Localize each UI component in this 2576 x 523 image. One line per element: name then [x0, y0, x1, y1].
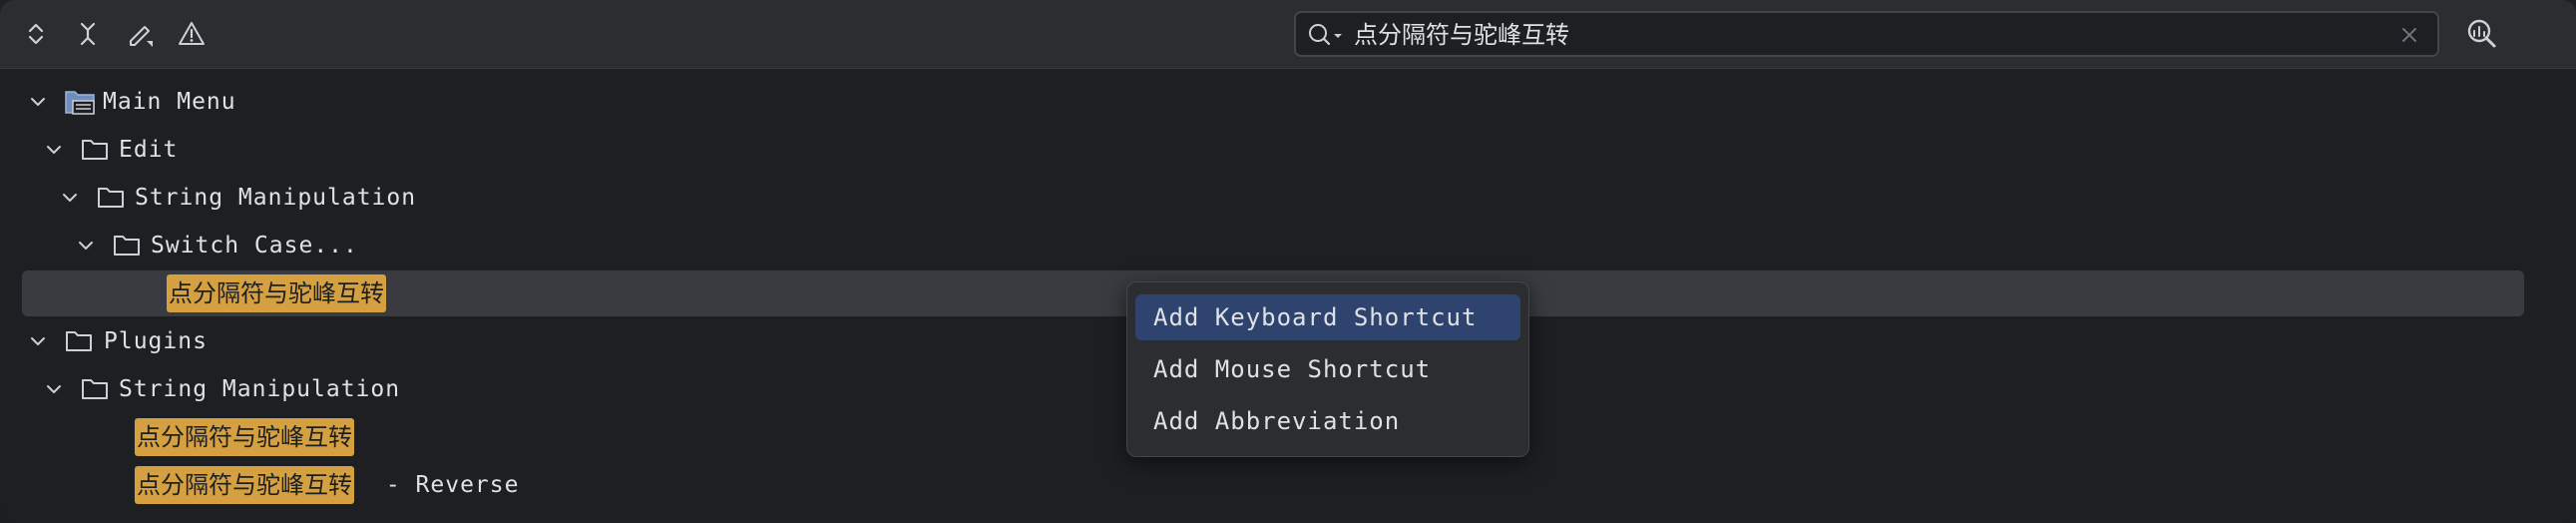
find-by-shortcut-icon[interactable] [2462, 15, 2502, 55]
search-field[interactable]: 点分隔符与驼峰互转 [1294, 11, 2439, 57]
tree-row-switch-case[interactable]: Switch Case... [0, 222, 2576, 269]
tree-label: String Manipulation [135, 185, 417, 211]
tree-label: Plugins [104, 328, 208, 354]
keymap-window: 点分隔符与驼峰互转 Main Menu Edit String Manipula… [0, 0, 2576, 523]
expand-collapse-icon[interactable] [18, 16, 54, 52]
chevron-down-icon[interactable] [59, 187, 81, 209]
action-suffix: - Reverse [371, 472, 520, 498]
search-match-highlight: 点分隔符与驼峰互转 [167, 274, 386, 312]
tree-label: String Manipulation [119, 376, 401, 402]
collapse-all-icon[interactable] [70, 16, 106, 52]
warning-icon[interactable] [174, 16, 210, 52]
edit-shortcut-icon[interactable] [122, 16, 158, 52]
close-icon[interactable] [2399, 25, 2419, 45]
folder-icon [82, 379, 108, 399]
search-match-highlight: 点分隔符与驼峰互转 [135, 466, 354, 504]
folder-icon [82, 140, 108, 160]
tree-label: Switch Case... [151, 233, 358, 259]
chevron-down-icon[interactable] [75, 235, 97, 257]
toolbar: 点分隔符与驼峰互转 [0, 0, 2576, 69]
folder-icon [66, 331, 92, 351]
search-match-highlight: 点分隔符与驼峰互转 [135, 418, 354, 456]
tree-row-action-reverse[interactable]: 点分隔符与驼峰互转 - Reverse [0, 461, 2576, 509]
tree-label: Main Menu [103, 89, 236, 115]
context-menu: Add Keyboard Shortcut Add Mouse Shortcut… [1126, 281, 1529, 457]
search-input[interactable]: 点分隔符与驼峰互转 [1354, 19, 1569, 51]
folder-icon [114, 236, 140, 256]
add-keyboard-shortcut-item[interactable]: Add Keyboard Shortcut [1135, 294, 1520, 340]
main-menu-icon [65, 91, 95, 115]
chevron-down-icon[interactable] [43, 378, 65, 400]
chevron-down-icon[interactable] [43, 139, 65, 161]
search-icon[interactable] [1306, 21, 1346, 49]
tree-row-edit[interactable]: Edit [0, 126, 2576, 174]
chevron-down-icon[interactable] [27, 330, 49, 352]
tree-label: Edit [119, 137, 179, 163]
add-mouse-shortcut-item[interactable]: Add Mouse Shortcut [1135, 346, 1520, 392]
folder-icon [98, 188, 124, 208]
tree-row-string-manipulation[interactable]: String Manipulation [0, 174, 2576, 222]
tree-row-main-menu[interactable]: Main Menu [0, 78, 2576, 126]
chevron-down-icon[interactable] [27, 91, 49, 113]
add-abbreviation-item[interactable]: Add Abbreviation [1135, 398, 1520, 444]
